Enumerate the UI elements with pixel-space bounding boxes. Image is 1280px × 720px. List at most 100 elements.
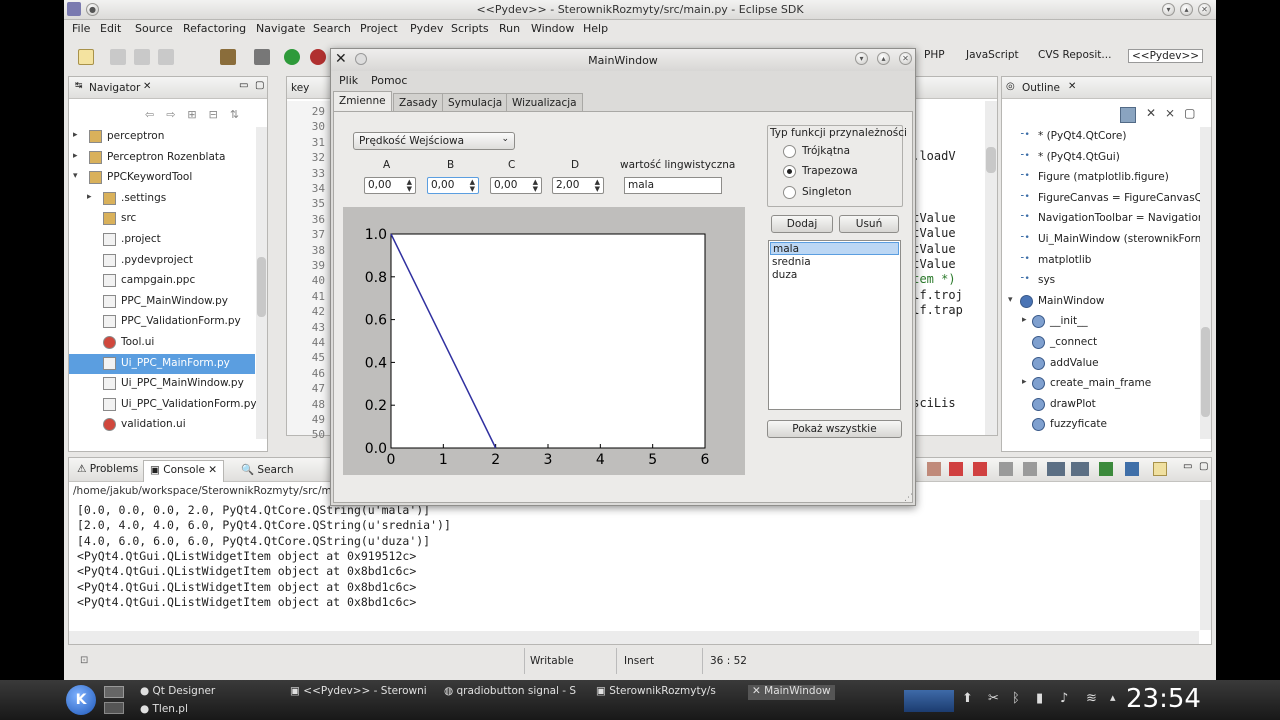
menu-refactoring[interactable]: Refactoring <box>183 22 246 35</box>
outline-item[interactable]: ⁃• Figure (matplotlib.figure) <box>1002 168 1199 188</box>
navigator-item[interactable]: .project <box>69 230 255 250</box>
outline-scrollbar[interactable] <box>1200 127 1211 439</box>
tray-expand-icon[interactable]: ▴ <box>1110 691 1116 704</box>
navigator-item[interactable]: validation.ui <box>69 415 255 435</box>
spin-arrows-icon[interactable]: ▲ ▼ <box>595 179 600 193</box>
update-icon[interactable]: ⬆ <box>962 691 973 706</box>
perspective-javascript[interactable]: JavaScript <box>966 49 1019 61</box>
navigator-item[interactable]: ▸ .settings <box>69 189 255 209</box>
menu-help[interactable]: Help <box>583 22 608 35</box>
minimize-view-icon[interactable]: ▭ <box>1183 461 1192 472</box>
radio-trapezowa[interactable] <box>783 165 796 178</box>
navigator-item[interactable]: ▸ Perceptron Rozenblata <box>69 148 255 168</box>
param-a-spinbox[interactable]: 0,00 ▲ ▼ <box>364 177 416 194</box>
console-output[interactable]: [0.0, 0.0, 0.0, 2.0, PyQt4.QtCore.QStrin… <box>69 500 1199 630</box>
outline-item[interactable]: _connect <box>1002 333 1199 353</box>
chevron-down-icon[interactable]: ▾ <box>1008 295 1013 305</box>
outline-item[interactable]: ⁃• * (PyQt4.QtCore) <box>1002 127 1199 147</box>
task-tlen[interactable]: ● Tlen.pl <box>140 703 188 718</box>
fast-view-icon[interactable]: ⊡ <box>80 655 88 666</box>
minimize-view-icon[interactable]: ▭ <box>239 80 248 91</box>
linguistic-values-list[interactable]: mala srednia duza <box>768 240 901 410</box>
outline-title[interactable]: Outline <box>1022 82 1060 94</box>
clock[interactable]: 23:54 <box>1126 684 1201 714</box>
outline-item[interactable]: ⁃• sys <box>1002 271 1199 291</box>
open-type-icon[interactable] <box>220 49 236 65</box>
new-icon[interactable] <box>78 49 94 65</box>
tab-search[interactable]: 🔍 Search <box>241 463 294 476</box>
task-browser[interactable]: ◍ qradiobutton signal - S <box>444 685 576 700</box>
menu-window[interactable]: Window <box>531 22 574 35</box>
radio-singleton[interactable] <box>783 186 796 199</box>
navigator-item[interactable]: PPC_MainWindow.py <box>69 292 255 312</box>
navigator-item[interactable]: src <box>69 209 255 229</box>
dialog-titlebar[interactable]: ✕ MainWindow ▾ ▴ ✕ <box>331 49 915 71</box>
param-c-spinbox[interactable]: 0,00 ▲ ▼ <box>490 177 542 194</box>
dialog-maximize-icon[interactable]: ▴ <box>877 52 890 65</box>
outline-toolbar[interactable]: ✕⨯▢ <box>1146 106 1204 120</box>
external-tools-icon[interactable] <box>310 49 326 65</box>
remove-launch-icon[interactable] <box>949 462 963 476</box>
maximize-view-icon[interactable]: ▢ <box>1199 461 1208 472</box>
scroll-lock-icon[interactable] <box>1023 462 1037 476</box>
perspective-pydev[interactable]: <<Pydev>> <box>1128 49 1204 63</box>
task-sterownik[interactable]: ▣ SterownikRozmyty/s <box>596 685 716 700</box>
dialog-close-icon[interactable]: ✕ <box>899 52 912 65</box>
variable-select[interactable]: Prędkość Wejściowa ⌄ <box>353 132 515 150</box>
dialog-menu-pomoc[interactable]: Pomoc <box>371 74 407 87</box>
pager-icon[interactable] <box>104 702 124 714</box>
chevron-right-icon[interactable]: ▸ <box>87 192 92 202</box>
navigator-toolbar[interactable]: ⇦⇨⊞⊟⇅ <box>145 108 251 121</box>
param-b-spinbox[interactable]: 0,00 ▲ ▼ <box>427 177 479 194</box>
close-outline-icon[interactable]: ✕ <box>1068 81 1076 92</box>
save-icon[interactable] <box>110 49 126 65</box>
menu-file[interactable]: File <box>72 22 90 35</box>
display-console-icon[interactable] <box>1071 462 1089 476</box>
spin-arrows-icon[interactable]: ▲ ▼ <box>470 179 475 193</box>
menu-pydev[interactable]: Pydev <box>410 22 443 35</box>
navigator-item[interactable]: .pydevproject <box>69 251 255 271</box>
navigator-scrollbar[interactable] <box>256 127 267 439</box>
resize-grip-icon[interactable]: ⋰ <box>904 493 913 503</box>
menu-edit[interactable]: Edit <box>100 22 121 35</box>
bluetooth-icon[interactable]: ᛒ <box>1012 691 1020 706</box>
outline-item[interactable]: ⁃• Ui_MainWindow (sterownikForm <box>1002 230 1205 250</box>
tab-zmienne[interactable]: Zmienne <box>333 91 392 112</box>
clear-console-icon[interactable] <box>999 462 1013 476</box>
tab-problems[interactable]: ⚠ Problems <box>77 463 138 475</box>
close-navigator-icon[interactable]: ✕ <box>143 81 151 92</box>
navigator-title[interactable]: Navigator <box>89 82 140 94</box>
console-hscrollbar[interactable] <box>69 631 1199 644</box>
maximize-view-icon[interactable]: ▢ <box>255 80 264 91</box>
console-menu-icon[interactable] <box>1125 462 1139 476</box>
navigator-item[interactable]: PPC_ValidationForm.py <box>69 312 255 332</box>
pin-console-icon[interactable] <box>1047 462 1065 476</box>
navigator-item[interactable]: campgain.ppc <box>69 271 255 291</box>
menu-navigate[interactable]: Navigate <box>256 22 305 35</box>
task-eclipse[interactable]: ▣ <<Pydev>> - Sterowni <box>290 685 427 700</box>
outline-item[interactable]: ▸ create_main_frame <box>1002 374 1199 394</box>
radio-singleton-label[interactable]: Singleton <box>802 186 851 198</box>
battery-icon[interactable]: ▮ <box>1036 691 1043 706</box>
chevron-right-icon[interactable]: ▸ <box>1022 315 1027 325</box>
navigator-item[interactable]: Tool.ui <box>69 333 255 353</box>
navigator-item[interactable]: Ui_PPC_MainForm.py <box>69 353 255 374</box>
perspective-cvs[interactable]: CVS Reposit... <box>1038 49 1111 61</box>
tab-zasady[interactable]: Zasady <box>393 93 444 112</box>
menu-source[interactable]: Source <box>135 22 173 35</box>
add-button[interactable]: Dodaj <box>771 215 833 233</box>
clipboard-icon[interactable]: ✂ <box>988 691 999 706</box>
debug-icon[interactable] <box>254 49 270 65</box>
outline-item[interactable]: addValue <box>1002 354 1199 374</box>
remove-all-icon[interactable] <box>973 462 987 476</box>
editor-scrollbar[interactable] <box>985 101 997 435</box>
menu-scripts[interactable]: Scripts <box>451 22 489 35</box>
radio-trojkatna-label[interactable]: Trójkątna <box>802 145 850 157</box>
run-icon[interactable] <box>284 49 300 65</box>
open-console-icon[interactable] <box>1099 462 1113 476</box>
new-console-icon[interactable] <box>1153 462 1167 476</box>
chevron-right-icon[interactable]: ▸ <box>73 130 78 140</box>
chevron-right-icon[interactable]: ▸ <box>1022 377 1027 387</box>
window-titlebar[interactable]: ● <<Pydev>> - SterownikRozmyty/src/main.… <box>64 0 1216 20</box>
chevron-down-icon[interactable]: ▾ <box>73 171 78 181</box>
